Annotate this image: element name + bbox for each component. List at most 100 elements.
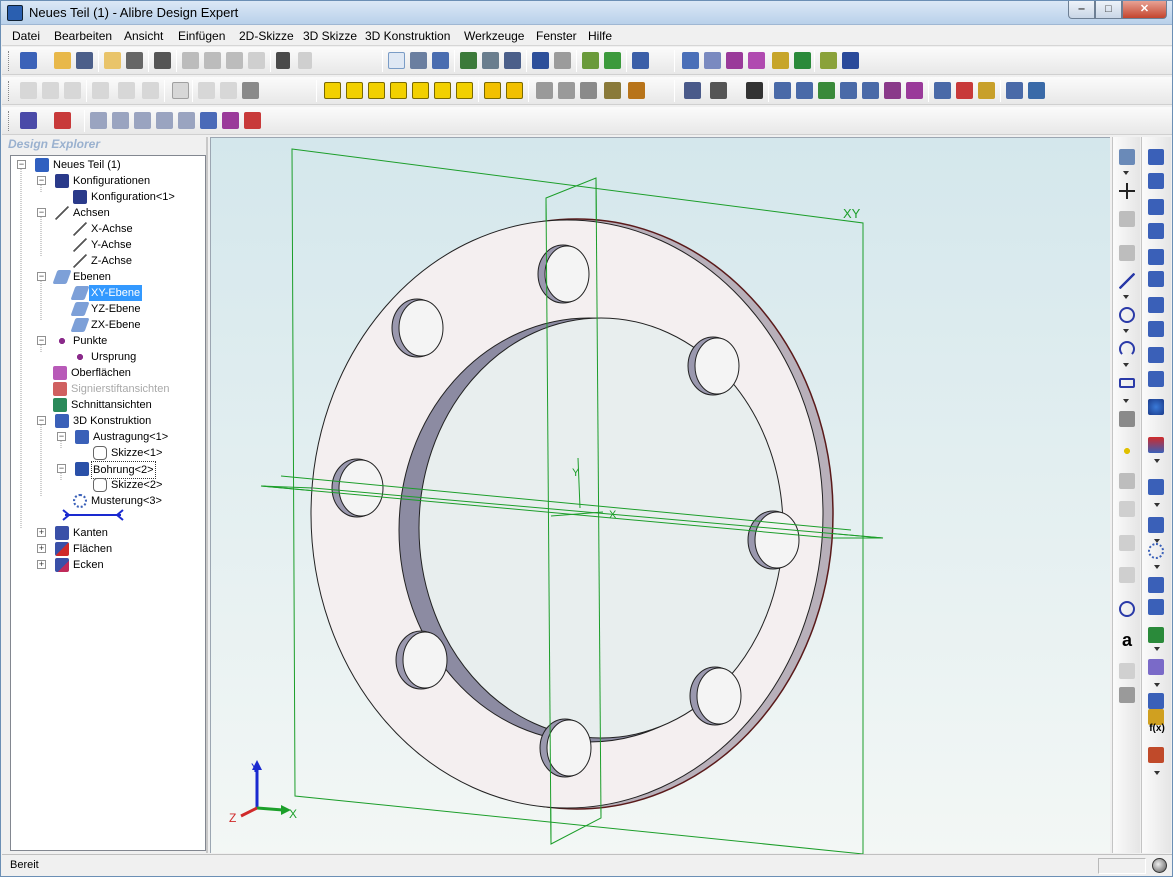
thread-icon[interactable] [1148,371,1164,387]
toolbar-grip[interactable] [8,51,11,71]
arc-icon[interactable] [1119,341,1135,357]
move-face-icon[interactable] [1148,693,1164,709]
print-icon[interactable] [154,52,171,69]
point-cross-icon[interactable] [1119,183,1135,199]
menu-einfuegen[interactable]: Einfügen [178,29,225,43]
feature-3-icon[interactable] [90,112,107,129]
hatch-icon[interactable] [242,82,259,99]
feature-9-icon[interactable] [222,112,239,129]
rotate-icon[interactable] [432,52,449,69]
mirror-icon[interactable] [1119,687,1135,703]
line-icon[interactable] [1119,273,1135,289]
menu-datei[interactable]: Datei [12,29,40,43]
menu-ansicht[interactable]: Ansicht [124,29,163,43]
feature-10-icon[interactable] [244,112,261,129]
view-left-icon[interactable] [368,82,385,99]
hidden-lines-icon[interactable] [746,82,763,99]
pattern-icon[interactable] [1148,543,1164,559]
sweep-cut-icon[interactable] [1148,321,1164,337]
feature-5-icon[interactable] [134,112,151,129]
sketch-tool-3-icon[interactable] [64,82,81,99]
shaded-icon[interactable] [710,82,727,99]
exit-sketch-icon[interactable] [604,52,621,69]
rollback-bar-icon[interactable] [61,508,125,522]
maximize-button[interactable]: □ [1095,1,1122,19]
minimize-button[interactable]: ‒ [1068,1,1095,19]
pan-icon[interactable] [410,52,427,69]
split-icon[interactable] [1148,437,1164,453]
close-button[interactable]: ✕ [1122,1,1167,19]
sketch-tool-5-icon[interactable] [118,82,135,99]
measure-icon[interactable] [820,52,837,69]
constraint-6-icon[interactable] [884,82,901,99]
text-icon[interactable]: a [1119,631,1135,649]
view-front-icon[interactable] [324,82,341,99]
sketch-tool-a-icon[interactable] [1119,211,1135,227]
previous-view-icon[interactable] [532,52,549,69]
surface-icon[interactable] [748,52,765,69]
save-icon[interactable] [76,52,93,69]
paint-icon[interactable] [604,82,621,99]
menu-3d-konstruktion[interactable]: 3D Konstruktion [365,29,450,43]
menu-fenster[interactable]: Fenster [536,29,577,43]
menu-2d-skizze[interactable]: 2D-Skizze [239,29,294,43]
view-rotate-left-icon[interactable] [484,82,501,99]
constraint-4-icon[interactable] [840,82,857,99]
axis-icon[interactable] [704,52,721,69]
redo-icon[interactable] [298,52,312,69]
rectangle-icon[interactable] [1119,378,1135,388]
feature-7-icon[interactable] [178,112,195,129]
paste-icon[interactable] [226,52,243,69]
design-tree[interactable]: − Neues Teil (1) − Konfigurationen Konfi… [10,155,206,851]
toolbar-grip[interactable] [8,111,11,131]
copy-icon[interactable] [204,52,221,69]
globe-icon[interactable] [1152,858,1167,873]
feature-2-icon[interactable] [54,112,71,129]
light-icon[interactable] [628,82,645,99]
spline-icon[interactable] [1119,411,1135,427]
dimension-1-icon[interactable] [934,82,951,99]
text-box-icon[interactable] [1119,473,1135,489]
helix-icon[interactable] [1148,347,1164,363]
3d-viewport[interactable]: XY Y X Y X Z [210,137,1110,854]
cut-icon[interactable] [182,52,199,69]
select-arrow-icon[interactable] [388,52,405,69]
feature-1-icon[interactable] [20,112,37,129]
material-icon[interactable] [794,52,811,69]
sketch-grid-icon[interactable] [1119,149,1135,165]
sketch-tool-6-icon[interactable] [142,82,159,99]
sketch-tool-b-icon[interactable] [1119,245,1135,261]
trim-icon[interactable] [1119,501,1135,517]
sketch-tool-2-icon[interactable] [42,82,59,99]
constraint-7-icon[interactable] [906,82,923,99]
view-iso-icon[interactable] [456,82,473,99]
next-view-icon[interactable] [554,52,571,69]
sketch-icon[interactable] [582,52,599,69]
open-folder-icon[interactable] [54,52,71,69]
dimension-5-icon[interactable] [1028,82,1045,99]
dimension-3-icon[interactable] [978,82,995,99]
dimension-4-icon[interactable] [1006,82,1023,99]
loft-cut-icon[interactable] [1148,271,1164,287]
menu-3d-skizze[interactable]: 3D Skizze [303,29,357,43]
grid-icon[interactable] [198,82,215,99]
table-icon[interactable] [772,52,789,69]
toolbar-grip[interactable] [8,81,11,101]
section-icon[interactable] [536,82,553,99]
view-back-icon[interactable] [346,82,363,99]
feature-4-icon[interactable] [112,112,129,129]
animate-icon[interactable] [580,82,597,99]
render-icon[interactable] [632,52,649,69]
zoom-fit-icon[interactable] [504,52,521,69]
extrude-icon[interactable] [1148,149,1164,165]
circle-icon[interactable] [1119,307,1135,323]
zoom-in-icon[interactable] [460,52,477,69]
display-mode-icon[interactable] [684,82,701,99]
plane-icon[interactable] [682,52,699,69]
mirror-feature-icon[interactable] [1148,577,1164,593]
zoom-window-icon[interactable] [482,52,499,69]
hole-icon[interactable] [1148,479,1164,495]
snap-icon[interactable] [220,82,237,99]
scale-icon[interactable] [1148,599,1164,615]
sketch-tool-1-icon[interactable] [20,82,37,99]
